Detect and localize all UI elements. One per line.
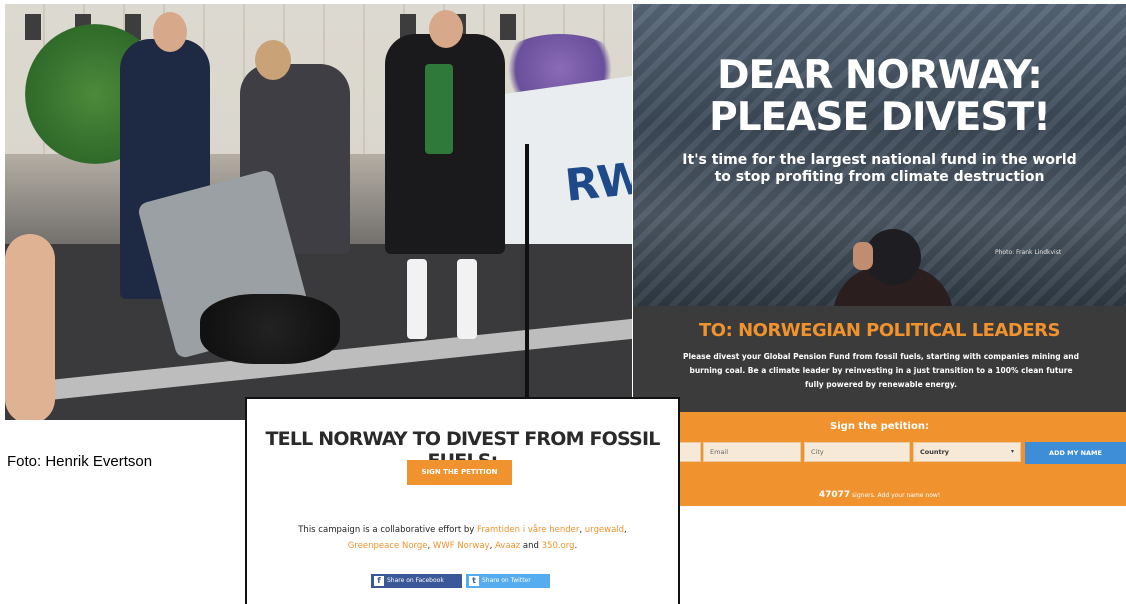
figure-hand [853,242,873,270]
sign-petition-button[interactable]: SIGN THE PETITION [407,460,512,485]
facebook-label: Share on Facebook [387,577,444,584]
coal-pile [200,294,340,364]
foreground-hand [5,234,55,420]
recipient-heading: TO: NORWEGIAN POLITICAL LEADERS [699,320,1060,341]
org-link-avaaz[interactable]: Avaaz [495,541,520,551]
campaign-hero: DEAR NORWAY: PLEASE DIVEST! It's time fo… [633,4,1126,306]
person-head [429,10,463,48]
collab-prefix: This campaign is a collaborative effort … [298,525,475,535]
hero-title-line2: PLEASE DIVEST! [709,95,1051,140]
window [25,14,41,40]
hero-subtitle: It's time for the largest national fund … [633,152,1126,186]
country-value: Country [920,448,950,456]
org-link-greenpeace[interactable]: Greenpeace Norge [348,541,428,551]
share-twitter-button[interactable]: t Share on Twitter [466,574,550,588]
microphone-stand [525,144,529,414]
white-sock [457,259,477,339]
signer-count-number: 47077 [818,490,851,500]
twitter-icon: t [469,576,479,586]
photo-credit: Photo: Frank Lindkvist [995,249,1062,256]
org-link-wwf[interactable]: WWF Norway [433,541,490,551]
country-select[interactable]: Country ▾ [913,442,1021,462]
person-head [153,12,187,52]
hero-subtitle-line1: It's time for the largest national fund … [682,152,1077,168]
hooded-head [865,229,921,285]
share-facebook-button[interactable]: f Share on Facebook [371,574,462,588]
window [500,14,516,40]
hero-title-line1: DEAR NORWAY: [717,53,1043,98]
signer-count-suffix: signers. Add your name now! [852,492,941,499]
twitter-label: Share on Twitter [482,577,531,584]
white-sock [407,259,427,339]
org-link-urgewald[interactable]: urgewald [585,525,624,535]
facebook-icon: f [374,576,384,586]
hero-subtitle-line2: to stop profiting from climate destructi… [714,169,1045,185]
recipient-band: TO: NORWEGIAN POLITICAL LEADERS Please d… [633,306,1126,412]
protest-photo: RWAY [5,4,632,420]
person-head [255,40,291,80]
and-word: and [522,541,539,551]
email-field[interactable]: Email [703,442,801,462]
signer-count: 47077 signers. Add your name now! [633,490,1126,500]
add-my-name-button[interactable]: ADD MY NAME [1025,442,1126,464]
collaboration-text: This campaign is a collaborative effort … [298,525,627,551]
chevron-down-icon: ▾ [1010,448,1014,455]
call-to-action-box: TELL NORWAY TO DIVEST FROM FOSSIL FUELS:… [245,397,680,604]
photo-caption: Foto: Henrik Evertson [7,453,153,470]
org-link-350[interactable]: 350.org [542,541,575,551]
petition-text: Please divest your Global Pension Fund f… [682,352,1080,389]
petition-heading: Sign the petition: [830,421,929,432]
org-link-framtiden[interactable]: Framtiden i våre hender [477,525,579,535]
city-field[interactable]: City [804,442,910,462]
green-vest [425,64,453,154]
